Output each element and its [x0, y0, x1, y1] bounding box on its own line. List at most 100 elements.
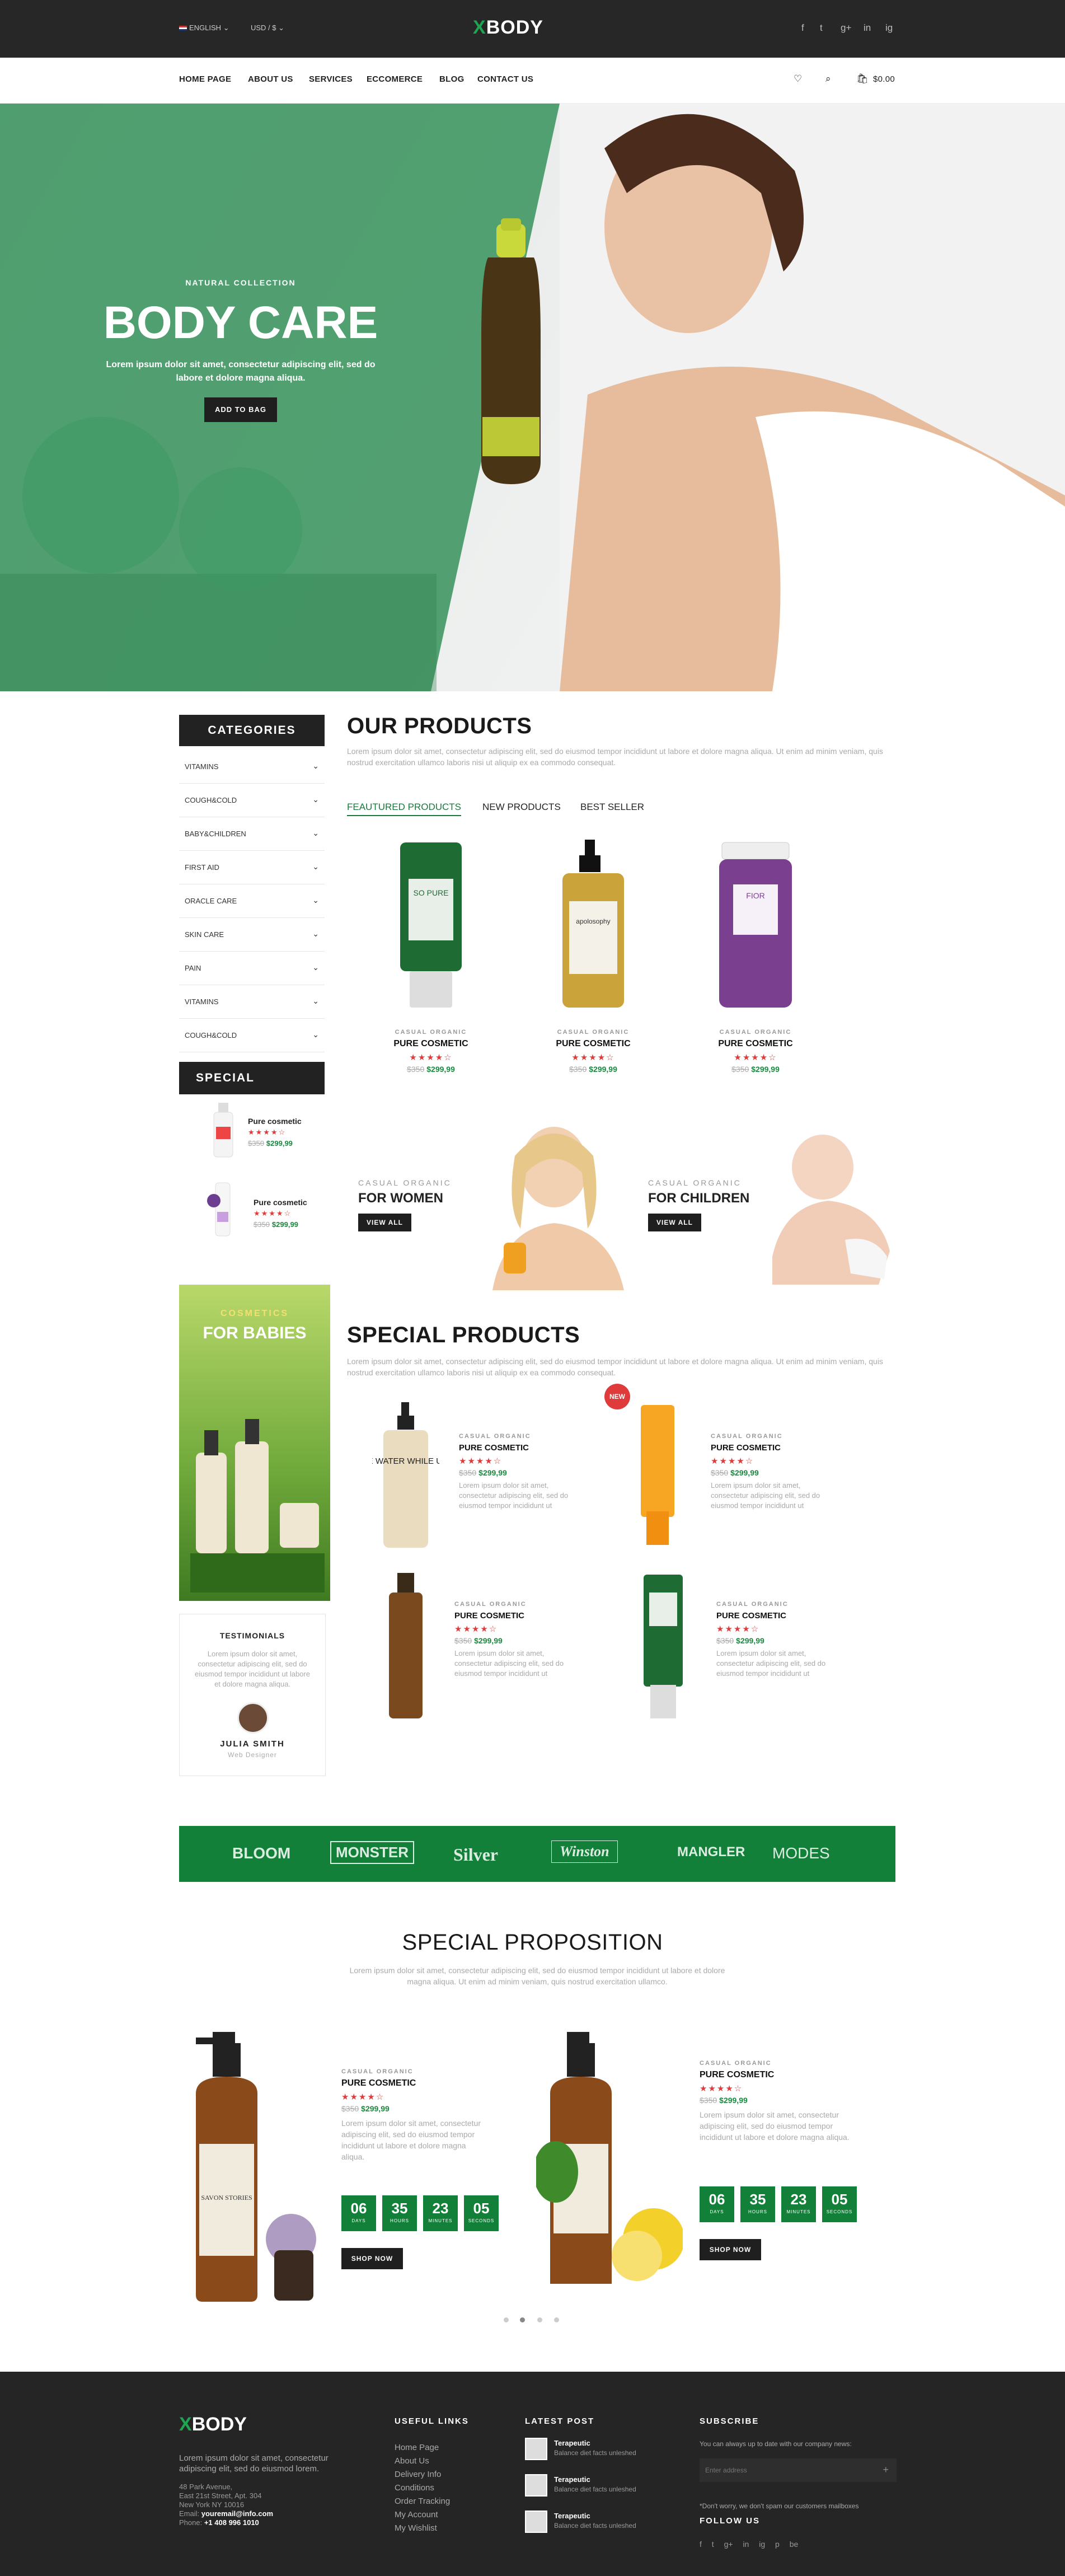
- countdown-seconds: 05 SECONDS: [822, 2186, 857, 2222]
- promo-children[interactable]: CASUAL ORGANIC FOR CHILDREN VIEW ALL: [638, 1122, 895, 1290]
- add-to-bag-button[interactable]: ADD TO BAG: [204, 397, 277, 422]
- facebook-icon[interactable]: f: [801, 22, 804, 34]
- nav-contact[interactable]: CONTACT US: [477, 74, 533, 84]
- category-item[interactable]: BABY&CHILDREN ⌄: [179, 817, 325, 851]
- chevron-down-icon: ⌄: [312, 996, 319, 1005]
- facebook-icon[interactable]: f: [700, 2540, 702, 2549]
- category-item[interactable]: SKIN CARE ⌄: [179, 918, 325, 952]
- category-item[interactable]: COUGH&COLD ⌄: [179, 784, 325, 817]
- view-all-women-button[interactable]: VIEW ALL: [358, 1214, 411, 1231]
- special-product[interactable]: Pure cosmetic ★★★★☆ $350 $299,99: [248, 1117, 326, 1148]
- countdown-days: 06 DAYS: [341, 2195, 376, 2231]
- nav-services[interactable]: SERVICES: [309, 74, 353, 84]
- product-image[interactable]: [375, 1570, 437, 1724]
- special-product-card[interactable]: CASUAL ORGANIC PURE COSMETIC ★★★★☆ $350 $…: [711, 1433, 839, 1511]
- brand-logo[interactable]: MODES: [772, 1844, 830, 1862]
- twitter-icon[interactable]: t: [712, 2540, 714, 2549]
- brand-logo[interactable]: MONSTER: [330, 1841, 414, 1864]
- product-card[interactable]: CASUAL ORGANIC PURE COSMETIC ★★★★☆ $350 $…: [537, 1029, 649, 1074]
- cart-icon[interactable]: 🛍: [856, 73, 869, 85]
- product-image[interactable]: apolosophy: [551, 840, 635, 1013]
- proposition-text: Lorem ipsum dolor sit amet, consectetur …: [349, 1966, 725, 1986]
- category-item[interactable]: ORACLE CARE ⌄: [179, 884, 325, 918]
- instagram-icon[interactable]: ig: [885, 22, 893, 34]
- product-image[interactable]: [627, 1399, 688, 1553]
- special-product-image[interactable]: [207, 1100, 241, 1161]
- proposition-card[interactable]: CASUAL ORGANIC PURE COSMETIC ★★★★☆ $350 $…: [700, 2060, 867, 2143]
- brand-logo[interactable]: BLOOM: [232, 1844, 290, 1862]
- footer-link[interactable]: My Account: [395, 2510, 438, 2519]
- linkedin-icon[interactable]: in: [864, 22, 871, 34]
- main-nav: HOME PAGE ABOUT US SERVICES ECCOMERCE BL…: [0, 58, 1065, 104]
- tab-featured[interactable]: FEAUTURED PRODUCTS: [347, 802, 462, 816]
- view-all-children-button[interactable]: VIEW ALL: [648, 1214, 701, 1231]
- carousel-dot[interactable]: [554, 2317, 559, 2322]
- nav-about[interactable]: ABOUT US: [248, 74, 293, 84]
- special-product-image[interactable]: [201, 1178, 246, 1240]
- nav-blog[interactable]: BLOG: [439, 74, 465, 84]
- proposition-card[interactable]: CASUAL ORGANIC PURE COSMETIC ★★★★☆ $350 $…: [341, 2068, 509, 2162]
- shop-now-button[interactable]: SHOP NOW: [341, 2248, 403, 2269]
- footer-link[interactable]: My Wishlist: [395, 2523, 437, 2533]
- chevron-down-icon: ⌄: [312, 929, 319, 938]
- special-product-card[interactable]: CASUAL ORGANIC PURE COSMETIC ★★★★☆ $350 $…: [454, 1601, 583, 1679]
- chevron-down-icon: ⌄: [312, 896, 319, 905]
- brand-logo[interactable]: MANGLER: [677, 1844, 745, 1860]
- category-item[interactable]: COUGH&COLD ⌄: [179, 1019, 325, 1052]
- promo-women[interactable]: CASUAL ORGANIC FOR WOMEN VIEW ALL: [347, 1122, 624, 1290]
- product-image[interactable]: FIOR: [711, 840, 800, 1013]
- carousel-dot[interactable]: [504, 2317, 509, 2322]
- shop-now-button[interactable]: SHOP NOW: [700, 2239, 761, 2260]
- product-image[interactable]: SO PURE: [386, 840, 476, 1013]
- brand-logo[interactable]: Winston: [551, 1840, 618, 1863]
- language-selector[interactable]: ENGLISH ⌄: [179, 24, 229, 32]
- hero-background: [0, 104, 1065, 691]
- category-item[interactable]: PAIN ⌄: [179, 952, 325, 985]
- behance-icon[interactable]: be: [790, 2540, 799, 2549]
- linkedin-icon[interactable]: in: [743, 2540, 749, 2549]
- logo[interactable]: XBODY: [473, 17, 543, 39]
- special-product[interactable]: Pure cosmetic ★★★★☆ $350 $299,99: [254, 1198, 326, 1229]
- nav-home[interactable]: HOME PAGE: [179, 74, 231, 84]
- category-item[interactable]: VITAMINS ⌄: [179, 985, 325, 1019]
- twitter-icon[interactable]: t: [820, 22, 823, 34]
- product-image[interactable]: STOP THE WATER WHILE USING ME!: [372, 1402, 439, 1553]
- product-image[interactable]: [632, 1570, 694, 1724]
- countdown-seconds: 05 SECONDS: [464, 2195, 499, 2231]
- special-product-card[interactable]: CASUAL ORGANIC PURE COSMETIC ★★★★☆ $350 $…: [459, 1433, 588, 1511]
- category-item[interactable]: FIRST AID ⌄: [179, 851, 325, 884]
- instagram-icon[interactable]: ig: [759, 2540, 765, 2549]
- footer-link[interactable]: About Us: [395, 2456, 429, 2466]
- proposition-product-image[interactable]: SAVON STORIES: [179, 2032, 325, 2303]
- category-item[interactable]: VITAMINS ⌄: [179, 750, 325, 784]
- product-card[interactable]: CASUAL ORGANIC PURE COSMETIC ★★★★☆ $350 $…: [375, 1029, 487, 1074]
- plus-icon[interactable]: +: [883, 2464, 889, 2476]
- tab-new[interactable]: NEW PRODUCTS: [482, 802, 561, 813]
- tab-best-seller[interactable]: BEST SELLER: [580, 802, 644, 813]
- currency-selector[interactable]: USD / $ ⌄: [251, 24, 284, 32]
- special-product-card[interactable]: CASUAL ORGANIC PURE COSMETIC ★★★★☆ $350 $…: [716, 1601, 845, 1679]
- email-field[interactable]: [705, 2464, 873, 2476]
- footer-link[interactable]: Conditions: [395, 2483, 434, 2493]
- footer: XBODY Lorem ipsum dolor sit amet, consec…: [0, 2372, 1065, 2576]
- footer-link[interactable]: Delivery Info: [395, 2470, 441, 2479]
- footer-logo[interactable]: XBODY: [179, 2414, 247, 2436]
- brand-logo[interactable]: Silver: [453, 1844, 498, 1865]
- nav-ecommerce[interactable]: ECCOMERCE: [367, 74, 423, 84]
- footer-link[interactable]: Home Page: [395, 2443, 439, 2452]
- heart-icon[interactable]: ♡: [794, 73, 802, 85]
- search-icon[interactable]: ⌕: [825, 73, 831, 85]
- post-thumbnail: [525, 2474, 547, 2497]
- cart-total[interactable]: $0.00: [873, 74, 895, 84]
- hero-subtitle: NATURAL COLLECTION: [185, 278, 296, 287]
- footer-link[interactable]: Order Tracking: [395, 2497, 450, 2506]
- carousel-dot-active[interactable]: [520, 2317, 525, 2322]
- google-plus-icon[interactable]: g+: [724, 2540, 733, 2549]
- google-plus-icon[interactable]: g+: [841, 22, 851, 34]
- babies-banner[interactable]: COSMETICS FOR BABIES: [179, 1285, 330, 1601]
- carousel-dot[interactable]: [537, 2317, 542, 2322]
- rating-stars: ★★★★☆: [248, 1128, 287, 1136]
- proposition-product-image[interactable]: [536, 2032, 683, 2289]
- pinterest-icon[interactable]: p: [775, 2540, 780, 2549]
- product-card[interactable]: CASUAL ORGANIC PURE COSMETIC ★★★★☆ $350 $…: [700, 1029, 811, 1074]
